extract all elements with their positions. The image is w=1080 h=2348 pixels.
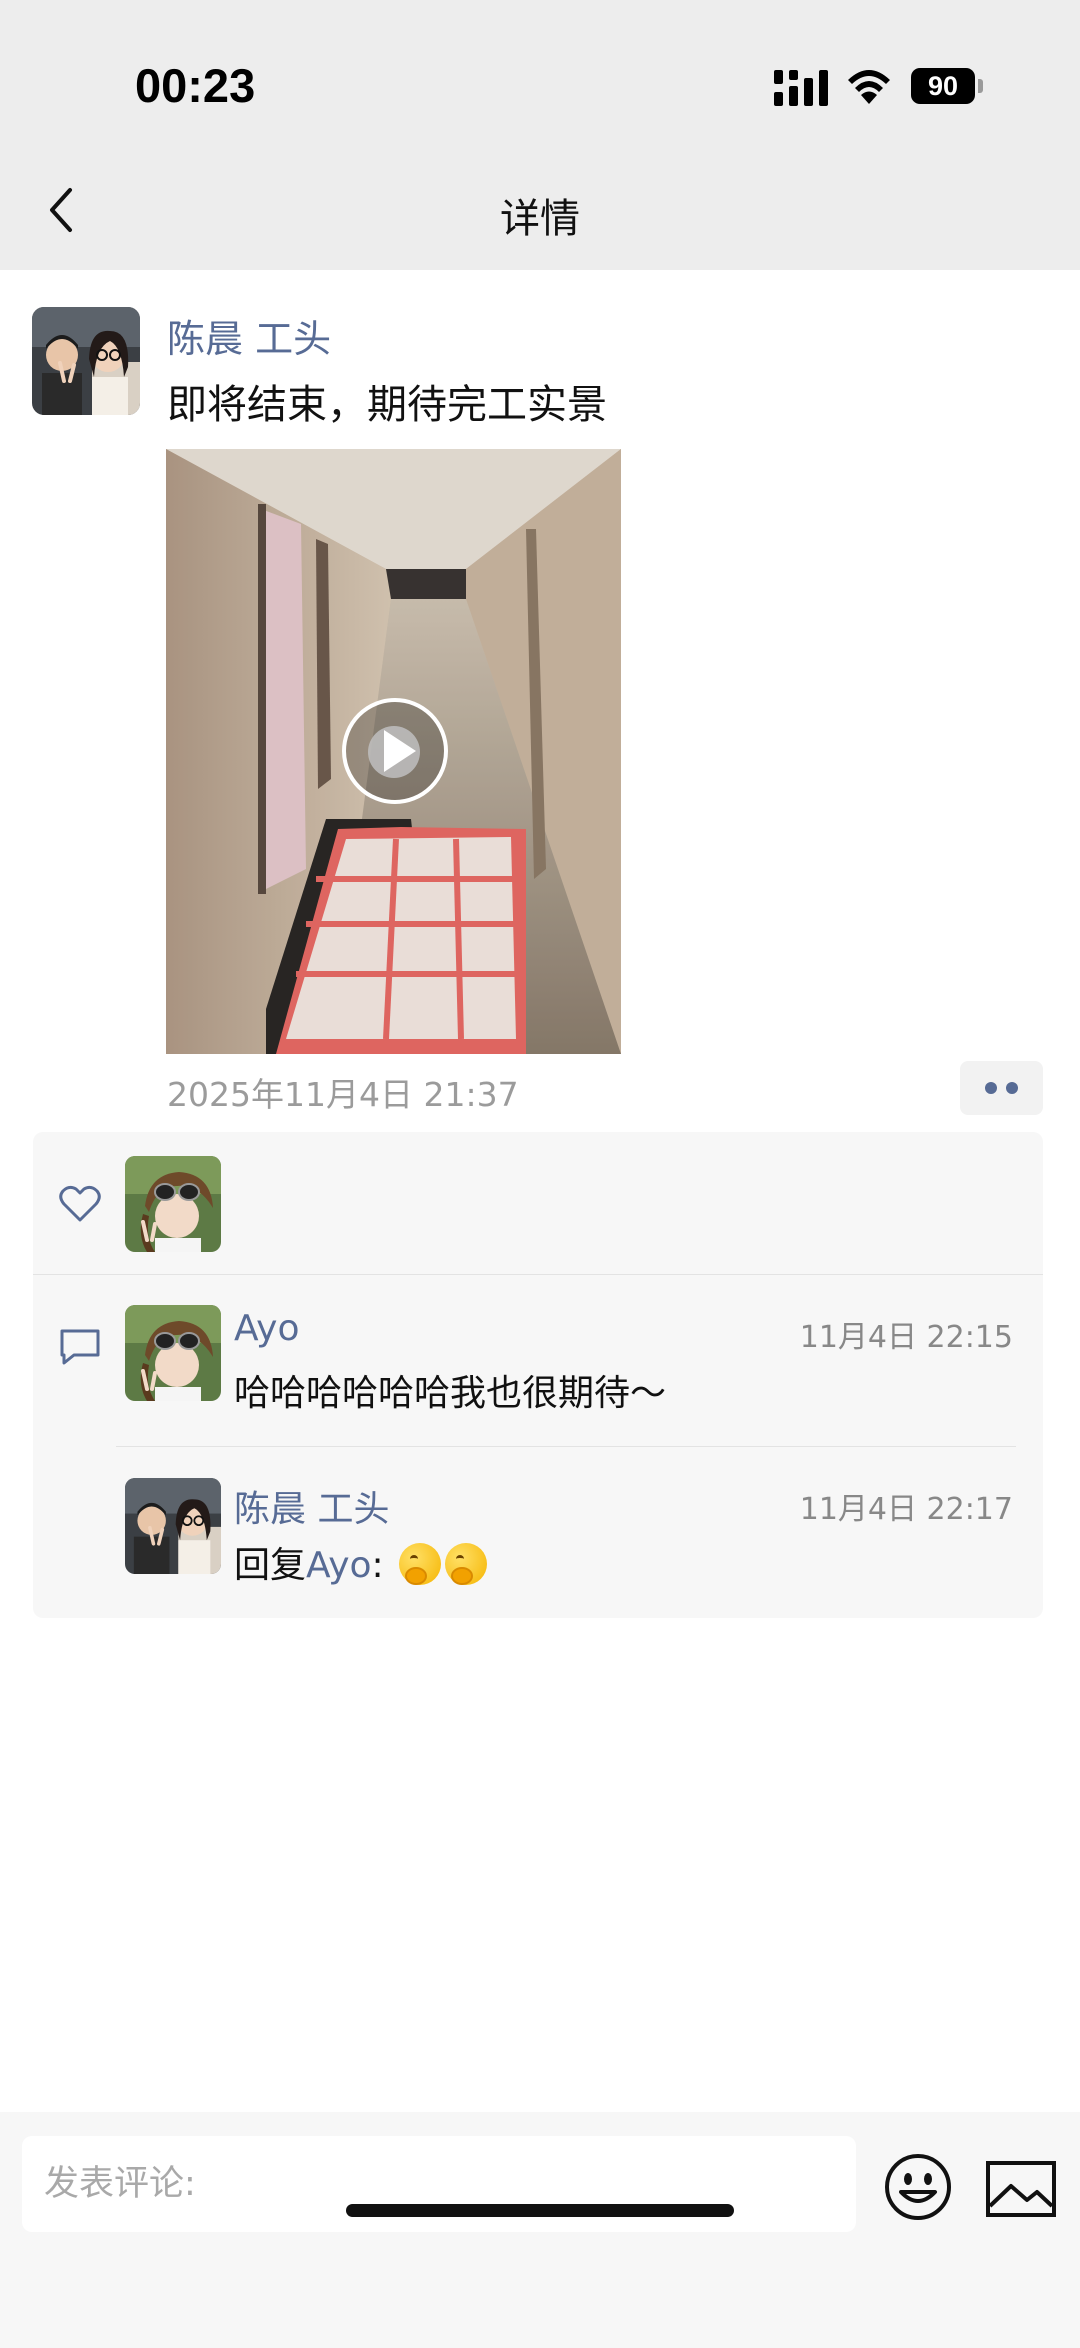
reply-mention[interactable]: Ayo [306, 1545, 372, 1586]
status-bar: 00:23 90 [0, 0, 1080, 150]
home-indicator [346, 2204, 734, 2217]
thinking-emoji-icon [445, 1543, 488, 1585]
author-avatar[interactable] [32, 307, 140, 415]
comment-time: 11月4日 22:17 [799, 1492, 1013, 1527]
thinking-emoji-icon [399, 1543, 442, 1585]
commenter-avatar[interactable] [125, 1478, 221, 1574]
play-icon[interactable] [340, 696, 450, 806]
reply-separator: : [371, 1545, 384, 1586]
comment-text[interactable]: 哈哈哈哈哈哈我也很期待～ [234, 1364, 666, 1416]
video-thumbnail[interactable] [166, 449, 621, 1054]
comment-author[interactable]: 陈晨 工头 [234, 1480, 389, 1532]
divider [33, 1274, 1043, 1275]
heart-icon [59, 1185, 101, 1222]
more-dot [985, 1082, 997, 1094]
comment-author[interactable]: Ayo [234, 1308, 300, 1349]
comment-text[interactable]: 回复Ayo: [234, 1536, 488, 1588]
battery-tip [978, 79, 983, 93]
post-timestamp: 2025年11月4日 21:37 [167, 1075, 519, 1114]
status-time: 00:23 [135, 59, 256, 112]
cellular-signal-icon [774, 70, 828, 106]
post-author-name[interactable]: 陈晨 工头 [167, 308, 331, 363]
more-dots-icon[interactable] [960, 1061, 1043, 1115]
wifi-icon [848, 70, 890, 104]
commenter-avatar[interactable] [125, 1305, 221, 1401]
divider [116, 1446, 1016, 1447]
post-text: 即将结束，期待完工实景 [167, 382, 607, 428]
image-icon[interactable] [985, 2160, 1057, 2218]
comment-time: 11月4日 22:15 [799, 1320, 1013, 1355]
battery-indicator: 90 [911, 68, 975, 104]
page-title: 详情 [500, 196, 580, 242]
more-dot [1006, 1082, 1018, 1094]
reply-prefix: 回复 [234, 1545, 307, 1586]
comment-composer [0, 2112, 1080, 2348]
nav-bar: 详情 [0, 150, 1080, 270]
interactions-panel: Ayo 11月4日 22:15 哈哈哈哈哈哈我也很期待～ 陈晨 工头 11月4日… [33, 1132, 1043, 1618]
liker-avatar[interactable] [125, 1156, 221, 1252]
comment-input[interactable] [22, 2136, 856, 2232]
smiley-icon[interactable] [883, 2152, 953, 2222]
comment-icon [60, 1329, 100, 1365]
